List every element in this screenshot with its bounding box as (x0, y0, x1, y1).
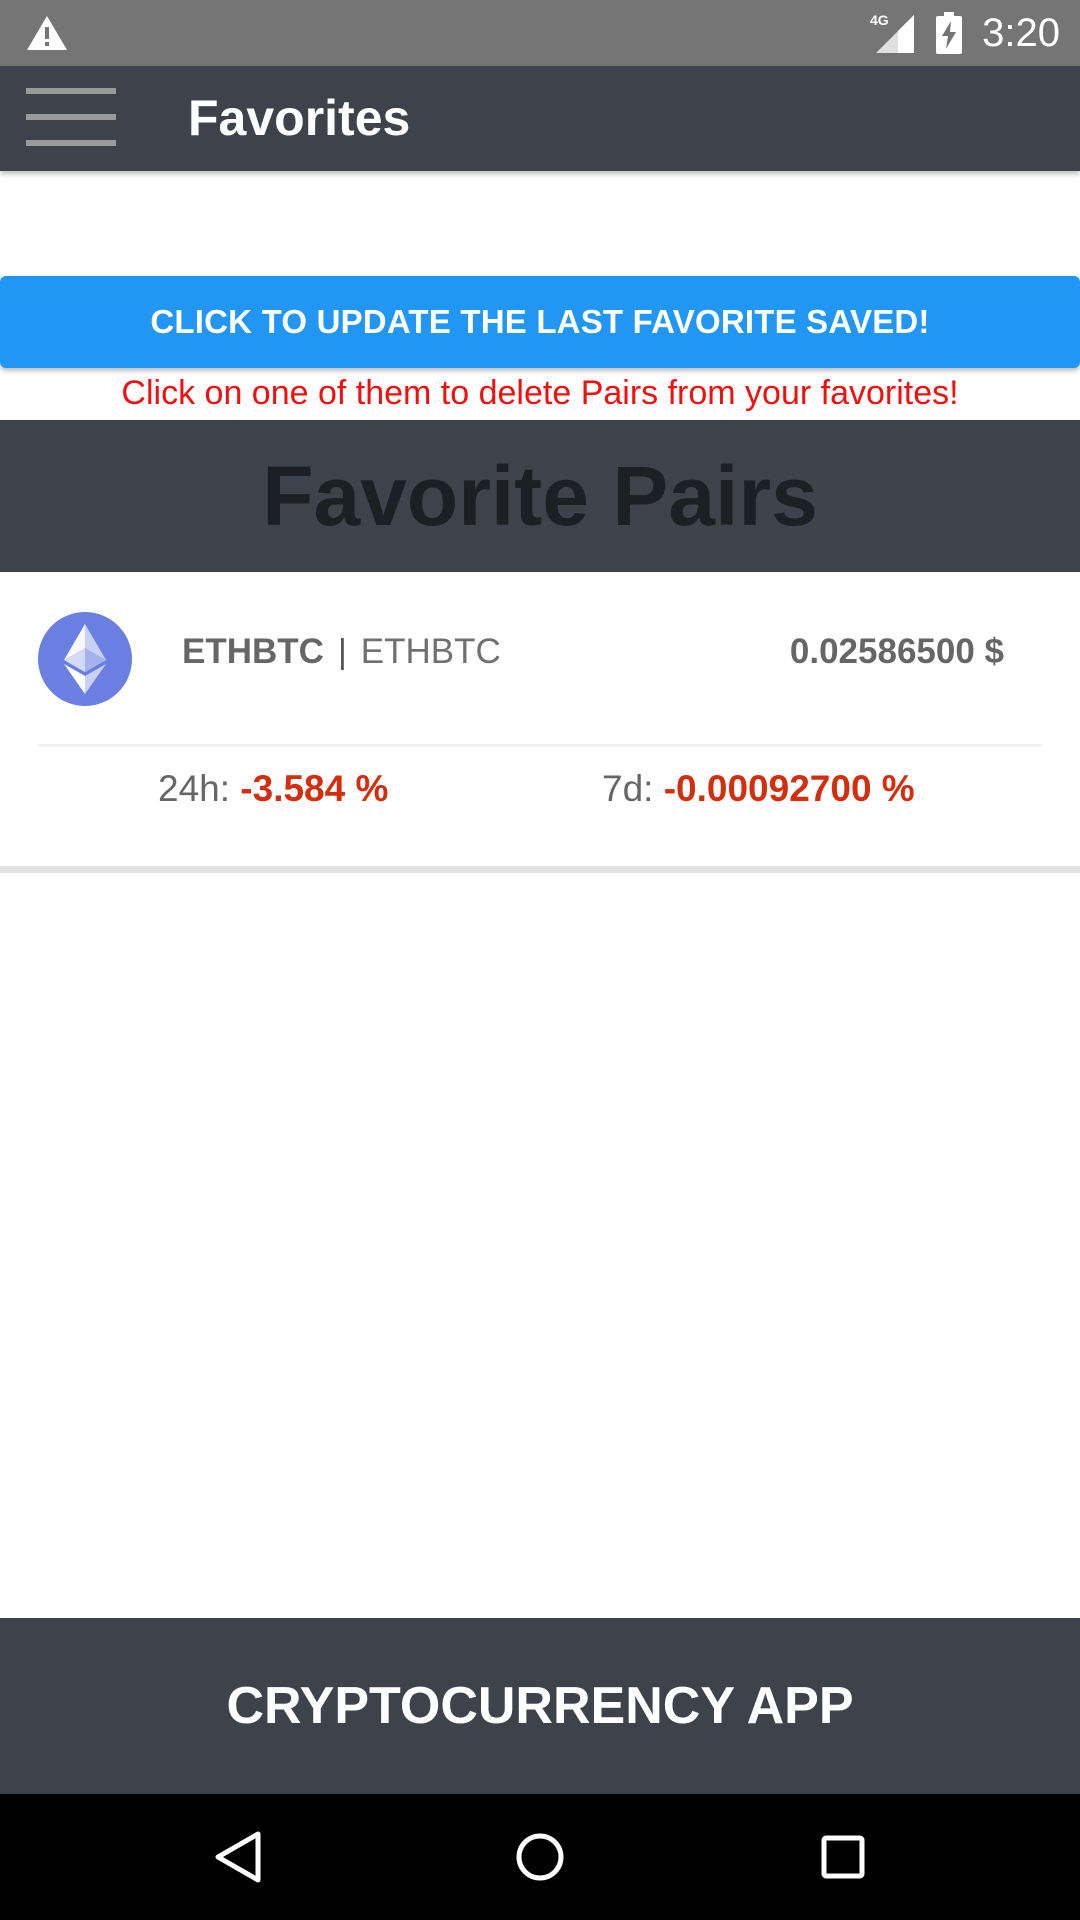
page-title: Favorites (188, 90, 411, 146)
pair-price: 0.02586500 $ (789, 632, 1004, 671)
update-last-favorite-button[interactable]: CLICK TO UPDATE THE LAST FAVORITE SAVED! (0, 276, 1080, 368)
battery-charging-icon (936, 12, 963, 54)
pair-separator: | (337, 632, 347, 671)
change-7d-label: 7d: (602, 768, 654, 809)
status-right-group: 4G 3:20 (868, 0, 1060, 66)
change-24h-value: -3.584 % (240, 768, 389, 809)
back-icon[interactable] (202, 1822, 272, 1892)
hamburger-menu-icon[interactable] (26, 88, 118, 150)
app-bar: Favorites (0, 66, 1080, 171)
ethereum-icon (38, 612, 132, 706)
warning-icon (27, 16, 67, 50)
change-24h-label: 24h: (158, 768, 231, 809)
footer-title: CRYPTOCURRENCY APP (226, 1677, 854, 1735)
change-7d-value: -0.00092700 % (663, 768, 915, 809)
status-bar: 4G 3:20 (0, 0, 1080, 66)
list-divider (0, 866, 1080, 873)
pair-alt-symbol: ETHBTC (360, 632, 501, 671)
system-nav-bar (0, 1794, 1080, 1920)
signal-icon: 4G (870, 12, 915, 53)
status-time: 3:20 (982, 10, 1060, 55)
footer: CRYPTOCURRENCY APP (0, 1618, 1080, 1794)
change-24h: 24h: -3.584 % (158, 768, 388, 810)
home-icon[interactable] (505, 1822, 575, 1892)
change-7d: 7d: -0.00092700 % (602, 768, 915, 810)
favorite-pairs-header: Favorite Pairs (0, 420, 1080, 572)
delete-hint-text: Click on one of them to delete Pairs fro… (121, 374, 959, 412)
list-item[interactable]: ETHBTC | ETHBTC 0.02586500 $ 24h: -3.584… (0, 572, 1080, 872)
section-title: Favorite Pairs (262, 448, 818, 543)
card-divider (38, 744, 1042, 747)
pair-symbol: ETHBTC (182, 632, 324, 671)
pair-name: ETHBTC | ETHBTC (182, 632, 501, 672)
network-type: 4G (870, 12, 889, 28)
recents-icon[interactable] (808, 1822, 878, 1892)
